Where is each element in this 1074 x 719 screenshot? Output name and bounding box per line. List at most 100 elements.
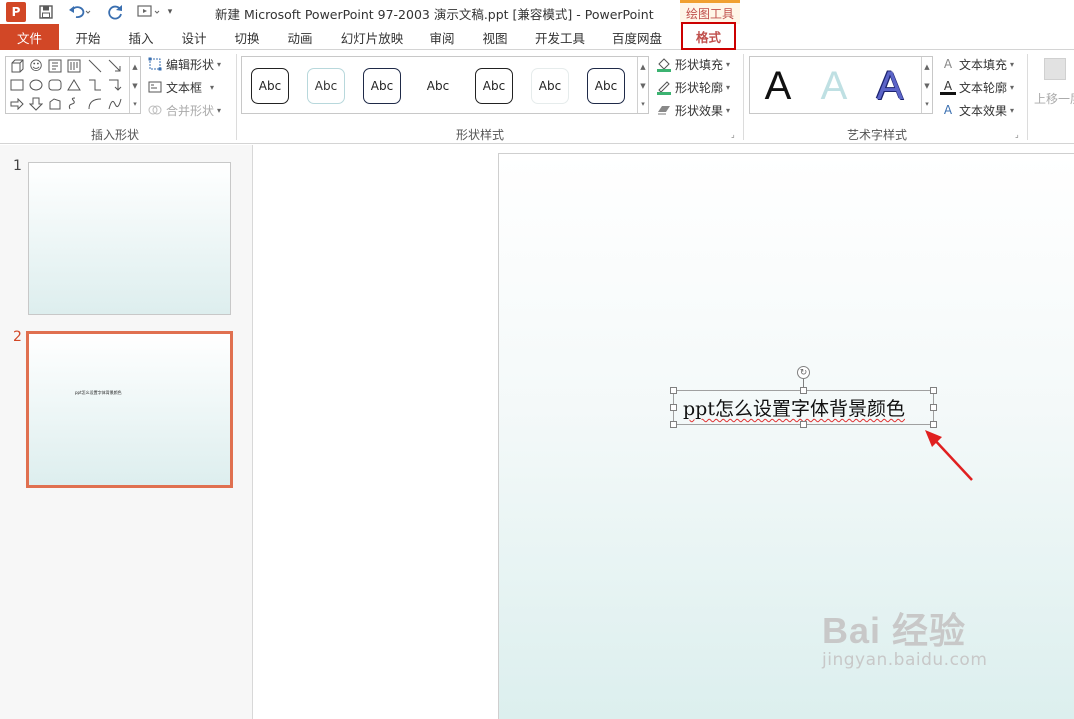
text-outline-button[interactable]: A 文本轮廓 ▾ (940, 77, 1014, 97)
window-title: 新建 Microsoft PowerPoint 97-2003 演示文稿.ppt… (215, 7, 654, 22)
resize-handle[interactable] (670, 387, 677, 394)
slide-thumbnail-1[interactable] (28, 162, 231, 315)
merge-shapes-label: 合并形状 (166, 103, 215, 118)
arc-shape-icon[interactable] (86, 95, 104, 113)
shape-style-preset[interactable]: Abc (475, 68, 513, 104)
shape-style-preset[interactable]: Abc (307, 68, 345, 104)
slide-canvas[interactable] (498, 153, 1074, 719)
gallery-more-icon[interactable]: ▾ (129, 95, 140, 113)
tab-review[interactable]: 审阅 (422, 24, 462, 50)
shape-outline-button[interactable]: 形状轮廓 ▾ (656, 77, 730, 97)
line-shape-icon[interactable] (86, 57, 104, 75)
slide-number: 1 (13, 158, 22, 174)
text-fill-button[interactable]: A 文本填充 ▾ (940, 54, 1014, 74)
elbow-connector-shape-icon[interactable] (86, 76, 104, 94)
start-from-beginning-icon[interactable] (136, 2, 164, 22)
resize-handle[interactable] (930, 404, 937, 411)
gallery-scroll-down-icon[interactable]: ▼ (637, 76, 648, 95)
merge-shapes-button[interactable]: 合并形状 ▾ (147, 100, 221, 120)
customize-quick-access-icon[interactable]: ▾ (164, 2, 176, 22)
right-arrow-shape-icon[interactable] (8, 95, 26, 113)
tab-animations[interactable]: 动画 (280, 24, 320, 50)
freeform-shape-icon[interactable] (46, 95, 64, 113)
gallery-scroll-down-icon[interactable]: ▼ (921, 76, 932, 95)
selected-text-box[interactable]: ppt怎么设置字体背景颜色 (673, 390, 934, 425)
resize-handle[interactable] (800, 387, 807, 394)
down-arrow-shape-icon[interactable] (27, 95, 45, 113)
tab-slide-show[interactable]: 幻灯片放映 (333, 24, 411, 50)
slide-number: 2 (13, 329, 22, 345)
slide-thumbnail-2[interactable]: ppt怎么设置字体背景颜色 (26, 331, 233, 488)
paint-bucket-icon (656, 56, 672, 72)
tab-home[interactable]: 开始 (68, 24, 108, 50)
drawing-tools-contextual-label: 绘图工具 (680, 0, 740, 24)
gallery-scroll-up-icon[interactable]: ▲ (129, 57, 140, 76)
tab-insert[interactable]: 插入 (121, 24, 161, 50)
curve-shape-icon[interactable] (106, 95, 124, 113)
redo-icon[interactable] (106, 2, 126, 22)
wordart-styles-group-label: 艺术字样式 (846, 128, 907, 142)
tab-design[interactable]: 设计 (174, 24, 214, 50)
thumbnail-text: ppt怎么设置字体背景颜色 (75, 390, 122, 395)
resize-handle[interactable] (670, 404, 677, 411)
shapes-gallery[interactable]: ☺ ▲ ▼ ▾ (5, 56, 141, 114)
text-box-content[interactable]: ppt怎么设置字体背景颜色 (683, 394, 905, 421)
tab-file[interactable]: 文件 (0, 24, 59, 50)
resize-handle[interactable] (670, 421, 677, 428)
scribble-shape-icon[interactable] (65, 95, 83, 113)
powerpoint-app-icon[interactable]: P (6, 2, 26, 22)
text-fill-label: 文本填充 (959, 57, 1008, 72)
resize-handle[interactable] (930, 387, 937, 394)
shape-style-preset[interactable]: Abc (251, 68, 289, 104)
watermark-logo-text: Bai 经验 (822, 610, 967, 651)
gallery-scroll-up-icon[interactable]: ▲ (921, 57, 932, 76)
rotate-handle-icon[interactable]: ↻ (797, 366, 810, 379)
bring-forward-icon[interactable] (1044, 58, 1066, 80)
cube-shape-icon[interactable] (8, 57, 26, 75)
arrow-line-shape-icon[interactable] (106, 57, 124, 75)
text-effects-button[interactable]: A 文本效果 ▾ (940, 100, 1014, 120)
shape-style-preset[interactable]: Abc (531, 68, 569, 104)
vertical-text-box-shape-icon[interactable] (65, 57, 83, 75)
elbow-arrow-connector-shape-icon[interactable] (106, 76, 124, 94)
edit-shape-button[interactable]: 编辑形状 ▾ (147, 54, 221, 74)
undo-icon[interactable] (66, 2, 94, 22)
shape-fill-button[interactable]: 形状填充 ▾ (656, 54, 730, 74)
insert-shapes-group-label: 插入形状 (90, 128, 139, 142)
shape-style-preset[interactable]: Abc (587, 68, 625, 104)
text-box-button[interactable]: 文本框 ▾ (147, 77, 214, 97)
text-box-shape-icon[interactable] (46, 57, 64, 75)
tab-view[interactable]: 视图 (475, 24, 515, 50)
tab-baidu-netdisk[interactable]: 百度网盘 (604, 24, 670, 50)
shape-styles-gallery[interactable]: Abc Abc Abc Abc Abc Abc Abc ▲ ▼ ▾ (241, 56, 649, 114)
text-box-icon (147, 79, 163, 95)
save-icon[interactable] (36, 2, 56, 22)
tab-format[interactable]: 格式 (681, 22, 736, 50)
dialog-launcher-icon[interactable]: ⌟ (1015, 130, 1019, 139)
tab-developer[interactable]: 开发工具 (528, 24, 592, 50)
rounded-rectangle-shape-icon[interactable] (46, 76, 64, 94)
shape-style-preset[interactable]: Abc (363, 68, 401, 104)
shape-style-preset[interactable]: Abc (419, 68, 457, 104)
gallery-more-icon[interactable]: ▾ (637, 95, 648, 113)
bring-forward-label[interactable]: 上移一层 (1034, 90, 1074, 107)
shape-styles-group-label: 形状样式 (455, 128, 504, 142)
wordart-style-outline[interactable]: A (866, 63, 914, 109)
wordart-style-light[interactable]: A (810, 63, 858, 109)
shape-effects-button[interactable]: 形状效果 ▾ (656, 100, 730, 120)
oval-shape-icon[interactable] (27, 76, 45, 94)
smiley-shape-icon[interactable]: ☺ (27, 57, 45, 75)
triangle-shape-icon[interactable] (65, 76, 83, 94)
wordart-style-black[interactable]: A (754, 63, 802, 109)
tab-transitions[interactable]: 切换 (227, 24, 267, 50)
gallery-scroll-down-icon[interactable]: ▼ (129, 76, 140, 95)
gallery-more-icon[interactable]: ▾ (921, 95, 932, 113)
gallery-scroll-up-icon[interactable]: ▲ (637, 57, 648, 76)
wordart-gallery[interactable]: A A A ▲ ▼ ▾ (749, 56, 933, 114)
shape-outline-label: 形状轮廓 (675, 80, 724, 95)
rectangle-shape-icon[interactable] (8, 76, 26, 94)
text-effects-icon: A (943, 103, 953, 117)
dialog-launcher-icon[interactable]: ⌟ (731, 130, 735, 139)
slide-thumbnail-pane: 1 2 ppt怎么设置字体背景颜色 (0, 145, 253, 719)
resize-handle[interactable] (800, 421, 807, 428)
